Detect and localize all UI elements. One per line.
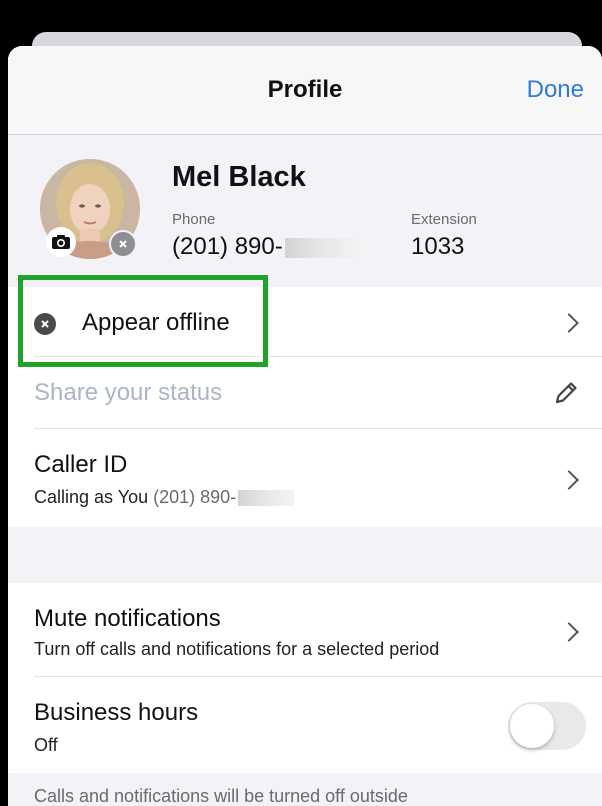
mute-notifications-title: Mute notifications <box>34 605 221 632</box>
user-name: Mel Black <box>172 161 306 193</box>
caller-id-row[interactable]: Caller ID Calling as You (201) 890- <box>8 429 602 527</box>
business-hours-title: Business hours <box>34 699 199 726</box>
offline-badge-icon <box>109 230 137 258</box>
extension-label: Extension <box>411 211 477 228</box>
business-hours-row: Business hours Off <box>8 677 602 773</box>
phone-number-text: (201) 890- <box>172 233 283 260</box>
mute-notifications-subtitle: Turn off calls and notifications for a s… <box>34 639 440 659</box>
highlight-box <box>18 275 268 367</box>
caller-id-title: Caller ID <box>34 451 128 478</box>
mute-notifications-row[interactable]: Mute notifications Turn off calls and no… <box>8 583 602 677</box>
business-hours-footnote: Calls and notifications will be turned o… <box>34 786 408 806</box>
nav-bar: Profile Done <box>8 46 602 135</box>
profile-sheet: Profile Done Mel Black Phone (201) 890- … <box>8 46 602 806</box>
redacted-digits <box>238 490 295 507</box>
chevron-right-icon <box>559 622 579 642</box>
redacted-digits <box>284 237 361 258</box>
toggle-knob <box>510 704 554 748</box>
notifications-group: Mute notifications Turn off calls and no… <box>8 583 602 773</box>
done-button[interactable]: Done <box>527 76 584 104</box>
share-status-placeholder: Share your status <box>34 379 223 406</box>
phone-label: Phone <box>172 211 216 228</box>
pencil-icon[interactable] <box>552 379 580 407</box>
share-status-row[interactable]: Share your status <box>8 357 602 429</box>
camera-icon[interactable] <box>46 227 76 257</box>
extension-number: 1033 <box>411 233 465 260</box>
business-hours-value: Off <box>34 735 58 755</box>
caller-id-prefix: Calling as You <box>34 487 149 507</box>
caller-id-number: (201) 890- <box>153 487 237 507</box>
business-hours-toggle[interactable] <box>508 702 586 750</box>
chevron-right-icon <box>559 470 579 490</box>
phone-number: (201) 890- <box>172 233 361 261</box>
profile-header: Mel Black Phone (201) 890- Extension 103… <box>8 135 602 287</box>
caller-id-subtitle: Calling as You (201) 890- <box>34 487 295 508</box>
page-title: Profile <box>267 76 343 103</box>
chevron-right-icon <box>559 313 579 333</box>
